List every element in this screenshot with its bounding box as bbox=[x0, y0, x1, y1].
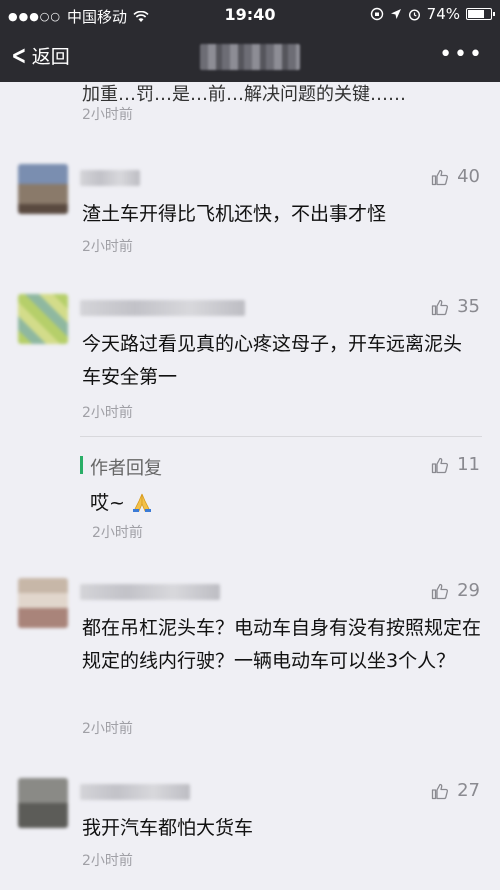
commenter-name-blurred[interactable] bbox=[80, 584, 220, 600]
like-count: 35 bbox=[457, 296, 480, 317]
nav-bar: < 返回 ••• bbox=[0, 30, 500, 82]
divider bbox=[80, 436, 482, 437]
comment-list[interactable]: 加重…罚…是…前…解决问题的关键…… 2小时前 40 渣土车开得比飞机还快，不出… bbox=[0, 82, 500, 890]
comment-time: 2小时前 bbox=[82, 721, 133, 737]
folded-hands-emoji-icon bbox=[132, 493, 151, 512]
commenter-name-blurred[interactable] bbox=[80, 784, 190, 800]
like-button[interactable]: 11 bbox=[431, 454, 480, 475]
thumbs-up-icon bbox=[431, 169, 449, 185]
commenter-name-blurred[interactable] bbox=[80, 170, 140, 186]
like-count: 29 bbox=[457, 580, 480, 601]
comment-time: 2小时前 bbox=[82, 239, 133, 255]
like-count: 11 bbox=[457, 454, 480, 475]
comment-text: 我开汽车都怕大货车 bbox=[82, 817, 254, 839]
location-arrow-icon bbox=[390, 9, 401, 19]
avatar[interactable] bbox=[18, 164, 68, 214]
author-reply-label: 作者回复 bbox=[90, 458, 162, 479]
back-button[interactable]: < 返回 bbox=[8, 42, 70, 69]
status-bar: ●●●○○ 中国移动 19:40 74% bbox=[0, 0, 500, 30]
comment-time: 2小时前 bbox=[82, 853, 133, 869]
avatar[interactable] bbox=[18, 778, 68, 828]
avatar[interactable] bbox=[18, 578, 68, 628]
author-reply-time: 2小时前 bbox=[92, 525, 143, 541]
like-button[interactable]: 29 bbox=[431, 580, 480, 601]
author-reply-text: 哎~ bbox=[90, 492, 125, 514]
thumbs-up-icon bbox=[431, 457, 449, 473]
commenter-name-blurred[interactable] bbox=[80, 300, 245, 316]
author-reply-marker bbox=[80, 456, 83, 474]
battery-percent: 74% bbox=[426, 5, 460, 23]
avatar[interactable] bbox=[18, 294, 68, 344]
like-count: 40 bbox=[457, 166, 480, 187]
page-title-blurred bbox=[200, 44, 300, 70]
chevron-left-icon: < bbox=[11, 40, 27, 71]
battery-level bbox=[468, 10, 484, 18]
comment-time: 2小时前 bbox=[82, 405, 133, 421]
like-count: 27 bbox=[457, 780, 480, 801]
battery-icon bbox=[466, 8, 495, 20]
more-button[interactable]: ••• bbox=[439, 42, 484, 67]
comment-text: 都在吊杠泥头车？电动车自身有没有按照规定在规定的线内行驶？一辆电动车可以坐3个人… bbox=[82, 617, 482, 672]
alarm-icon bbox=[408, 8, 420, 21]
status-right: 74% bbox=[370, 5, 495, 23]
thumbs-up-icon bbox=[431, 299, 449, 315]
truncated-comment-text: 加重…罚…是…前…解决问题的关键…… bbox=[82, 84, 406, 105]
comment-time: 2小时前 bbox=[82, 107, 133, 123]
author-reply-body: 哎~ bbox=[90, 488, 153, 515]
comment-text: 今天路过看见真的心疼这母子，开车远离泥头车安全第一 bbox=[82, 333, 463, 388]
rotation-lock-icon bbox=[370, 7, 383, 21]
thumbs-up-icon bbox=[431, 583, 449, 599]
like-button[interactable]: 40 bbox=[431, 166, 480, 187]
like-button[interactable]: 27 bbox=[431, 780, 480, 801]
thumbs-up-icon bbox=[431, 783, 449, 799]
back-label: 返回 bbox=[31, 46, 70, 68]
comment-text: 渣土车开得比飞机还快，不出事才怪 bbox=[82, 203, 387, 225]
like-button[interactable]: 35 bbox=[431, 296, 480, 317]
